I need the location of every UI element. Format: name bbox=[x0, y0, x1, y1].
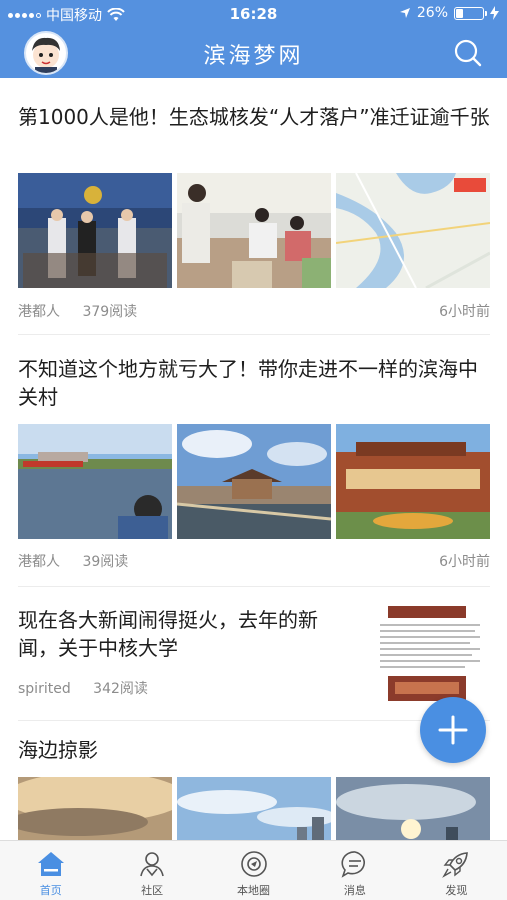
article-thumbnail[interactable] bbox=[177, 424, 331, 539]
article-time: 6小时前 bbox=[439, 554, 490, 570]
community-icon bbox=[140, 852, 164, 877]
app-header: 中国移动 16:28 26% 滨海梦网 bbox=[0, 0, 507, 78]
article-author: 港都人 bbox=[18, 304, 60, 320]
tab-label: 首页 bbox=[39, 884, 62, 897]
article-meta: 港都人 379阅读 6小时前 bbox=[18, 301, 490, 321]
article-thumbnail[interactable] bbox=[18, 777, 172, 840]
page-title: 滨海梦网 bbox=[203, 44, 304, 69]
tab-label: 消息 bbox=[343, 884, 366, 897]
tab-bar: 首页 社区 本地圈 消息 发现 bbox=[0, 840, 507, 900]
divider bbox=[18, 334, 490, 335]
article-meta: 港都人 39阅读 6小时前 bbox=[18, 551, 490, 571]
battery-percent: 26% bbox=[416, 5, 448, 21]
article-author: spirited bbox=[18, 681, 71, 697]
nav-bar: 滨海梦网 bbox=[0, 28, 507, 78]
article-card[interactable]: 现在各大新闻闹得挺火，去年的新闻，关于中核大学 spirited 342阅读 bbox=[18, 606, 490, 701]
article-title[interactable]: 不知道这个地方就亏大了！带你走进不一样的滨海中关村 bbox=[18, 355, 490, 411]
search-icon[interactable] bbox=[453, 38, 483, 68]
article-reads: 39阅读 bbox=[82, 554, 129, 570]
article-meta: spirited 342阅读 bbox=[18, 678, 490, 698]
location-arrow-icon bbox=[399, 8, 410, 18]
article-card[interactable]: 不知道这个地方就亏大了！带你走进不一样的滨海中关村 港都人 39阅读 6小时前 bbox=[18, 355, 490, 570]
tab-home[interactable]: 首页 bbox=[0, 841, 101, 900]
tab-discover[interactable]: 发现 bbox=[406, 841, 507, 900]
create-post-button[interactable] bbox=[420, 697, 486, 763]
status-bar: 中国移动 16:28 26% bbox=[0, 0, 507, 28]
article-title[interactable]: 第1000人是他！生态城核发“人才落户”准迁证逾千张 bbox=[18, 103, 490, 131]
article-thumbnail[interactable] bbox=[177, 173, 331, 288]
article-thumbnail[interactable] bbox=[177, 777, 331, 840]
article-thumbnail[interactable] bbox=[336, 173, 490, 288]
article-thumbnail[interactable] bbox=[18, 173, 172, 288]
article-reads: 379阅读 bbox=[82, 304, 138, 320]
charging-bolt-icon bbox=[490, 6, 499, 20]
article-title[interactable]: 现在各大新闻闹得挺火，去年的新闻，关于中核大学 bbox=[18, 606, 328, 662]
tab-label: 社区 bbox=[141, 884, 164, 897]
plus-icon bbox=[438, 715, 468, 745]
article-thumbnail[interactable] bbox=[18, 424, 172, 539]
tab-messages[interactable]: 消息 bbox=[304, 841, 405, 900]
article-card[interactable]: 第1000人是他！生态城核发“人才落户”准迁证逾千张 港都人 379阅读 6小时… bbox=[18, 103, 490, 320]
local-circle-icon bbox=[240, 851, 267, 877]
tab-label: 发现 bbox=[445, 884, 468, 897]
tab-local-circle[interactable]: 本地圈 bbox=[203, 841, 304, 900]
article-thumbnail[interactable] bbox=[336, 777, 490, 840]
message-icon bbox=[341, 851, 365, 878]
tab-community[interactable]: 社区 bbox=[101, 841, 202, 900]
article-author: 港都人 bbox=[18, 554, 60, 570]
home-icon bbox=[37, 852, 64, 876]
article-reads: 342阅读 bbox=[93, 681, 148, 697]
rocket-icon bbox=[442, 852, 469, 878]
article-thumbnail[interactable] bbox=[336, 424, 490, 539]
tab-label: 本地圈 bbox=[237, 884, 271, 897]
battery-icon bbox=[454, 6, 487, 20]
article-time: 6小时前 bbox=[439, 304, 490, 320]
divider bbox=[18, 586, 490, 587]
